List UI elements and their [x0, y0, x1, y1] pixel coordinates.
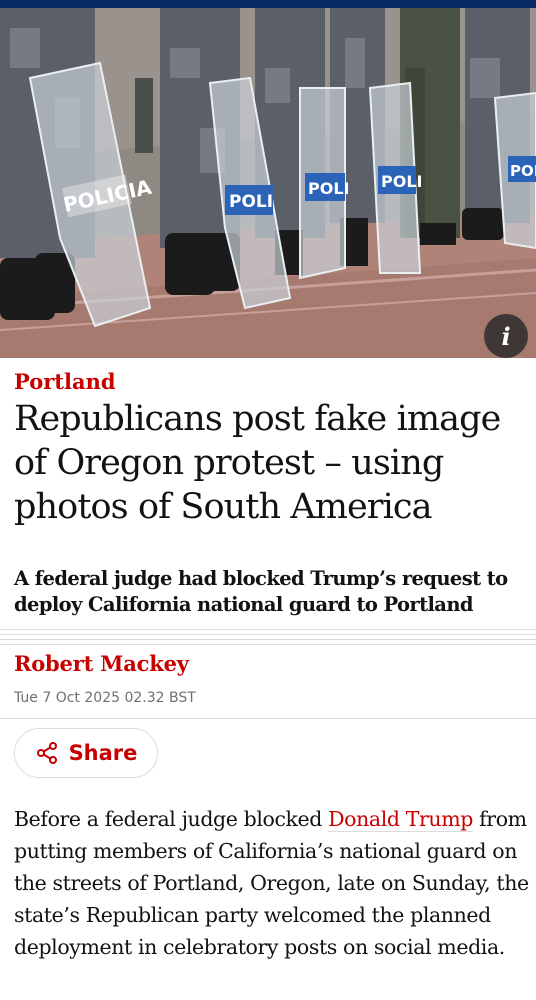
- share-label: Share: [68, 741, 138, 765]
- share-icon: [36, 742, 57, 764]
- shield-label: POLI: [308, 179, 349, 198]
- riot-police-photo: POLICIA POLI POLI POLI POLI: [0, 8, 536, 358]
- image-info-button[interactable]: i: [484, 314, 528, 358]
- author-byline[interactable]: Robert Mackey: [14, 651, 189, 676]
- shield-label: POLI: [510, 162, 536, 180]
- publish-date: Tue 7 Oct 2025 02.32 BST: [14, 690, 196, 706]
- article-headline: Republicans post fake image of Oregon pr…: [14, 399, 501, 527]
- info-icon: i: [501, 321, 511, 351]
- article-body-paragraph: Before a federal judge blocked Donald Tr…: [14, 803, 530, 963]
- donald-trump-link[interactable]: Donald Trump: [328, 807, 473, 832]
- shield-label: POLI: [229, 192, 273, 212]
- section-divider-lines: [0, 629, 536, 646]
- body-text-start: Before a federal judge blocked: [14, 807, 329, 831]
- article-standfirst: A federal judge had blocked Trump’s requ…: [14, 567, 508, 616]
- shield-label: POLI: [381, 172, 422, 191]
- article-main-image[interactable]: POLICIA POLI POLI POLI POLI i: [0, 8, 536, 358]
- meta-divider: [0, 718, 536, 719]
- top-brand-bar: [0, 0, 536, 8]
- section-kicker[interactable]: Portland: [14, 369, 116, 394]
- share-button[interactable]: Share: [14, 728, 158, 778]
